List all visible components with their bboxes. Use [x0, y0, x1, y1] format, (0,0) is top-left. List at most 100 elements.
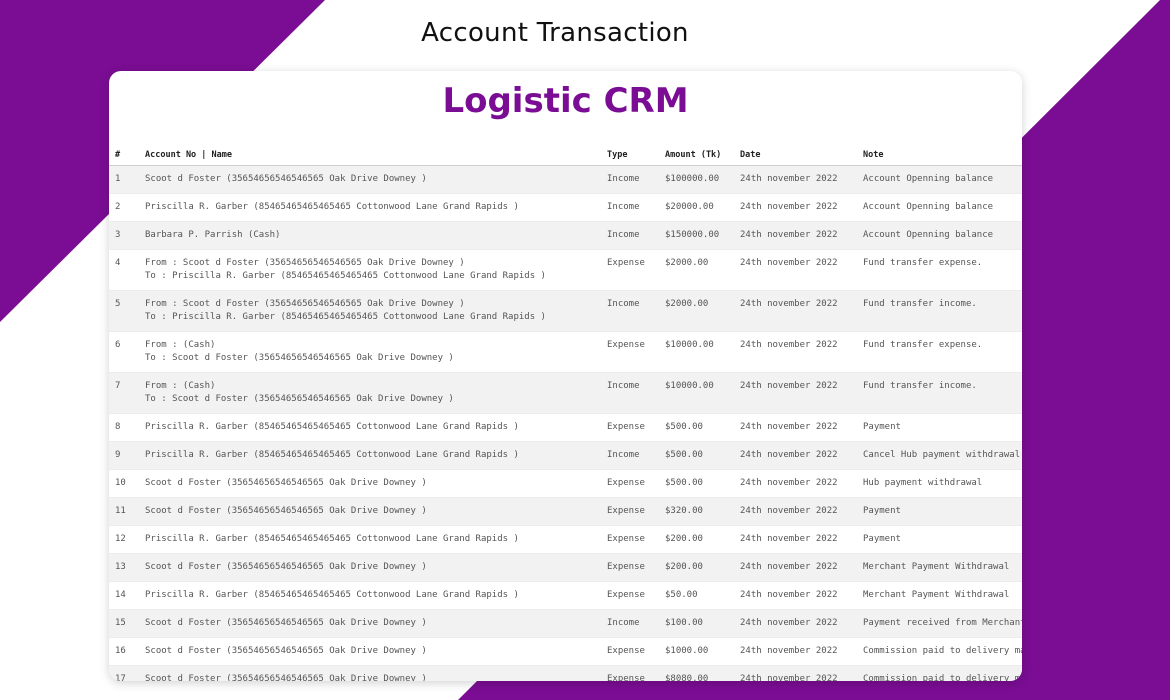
row-type: Expense: [601, 525, 659, 554]
row-index: 12: [109, 525, 139, 554]
account-line: Scoot d Foster (35654656546546565 Oak Dr…: [145, 674, 427, 681]
row-amount: $500.00: [659, 469, 734, 498]
account-line: From : Scoot d Foster (35654656546546565…: [145, 258, 465, 268]
row-account: Barbara P. Parrish (Cash): [139, 221, 601, 250]
table-row[interactable]: 2 Priscilla R. Garber (85465465465465465 …: [109, 193, 1022, 222]
row-note: Fund transfer expense.: [857, 249, 1022, 291]
column-header-index[interactable]: #: [109, 143, 139, 166]
table-row[interactable]: 15 Scoot d Foster (35654656546546565 Oak …: [109, 609, 1022, 638]
row-index: 11: [109, 497, 139, 526]
row-account: Priscilla R. Garber (85465465465465465 C…: [139, 441, 601, 470]
row-date: 24th november 2022: [734, 469, 857, 498]
row-amount: $200.00: [659, 525, 734, 554]
row-date: 24th november 2022: [734, 637, 857, 666]
row-date: 24th november 2022: [734, 609, 857, 638]
row-amount: $200.00: [659, 553, 734, 582]
row-amount: $500.00: [659, 413, 734, 442]
column-header-account[interactable]: Account No | Name: [139, 143, 601, 166]
row-amount: $100.00: [659, 609, 734, 638]
row-amount: $50.00: [659, 581, 734, 610]
row-type: Income: [601, 441, 659, 470]
row-index: 9: [109, 441, 139, 470]
column-header-date[interactable]: Date: [734, 143, 857, 166]
row-type: Income: [601, 290, 659, 332]
table-row[interactable]: 13 Scoot d Foster (35654656546546565 Oak …: [109, 553, 1022, 582]
row-index: 1: [109, 165, 139, 194]
table-row[interactable]: 6 From : (Cash) To : Scoot d Foster (35654…: [109, 331, 1022, 373]
row-index: 6: [109, 331, 139, 373]
account-line: Barbara P. Parrish (Cash): [145, 230, 281, 240]
row-date: 24th november 2022: [734, 165, 857, 194]
row-type: Expense: [601, 331, 659, 373]
row-amount: $1000.00: [659, 637, 734, 666]
table-row[interactable]: 7 From : (Cash) To : Scoot d Foster (35654…: [109, 372, 1022, 414]
row-index: 16: [109, 637, 139, 666]
table-row[interactable]: 10 Scoot d Foster (35654656546546565 Oak …: [109, 469, 1022, 498]
row-note: Commission paid to delivery man: [857, 637, 1022, 666]
row-account: From : Scoot d Foster (35654656546546565…: [139, 290, 601, 332]
table-header: # Account No | Name Type Amount (Tk) Dat…: [109, 143, 1022, 166]
row-account: Priscilla R. Garber (85465465465465465 C…: [139, 413, 601, 442]
account-line-to: To : Priscilla R. Garber (85465465465465…: [145, 311, 546, 322]
transactions-table: # Account No | Name Type Amount (Tk) Dat…: [109, 143, 1022, 681]
table-row[interactable]: 3 Barbara P. Parrish (Cash) Income $150000.…: [109, 221, 1022, 250]
row-note: Merchant Payment Withdrawal: [857, 581, 1022, 610]
row-date: 24th november 2022: [734, 553, 857, 582]
table-row[interactable]: 16 Scoot d Foster (35654656546546565 Oak …: [109, 637, 1022, 666]
row-index: 4: [109, 249, 139, 291]
row-index: 15: [109, 609, 139, 638]
row-date: 24th november 2022: [734, 372, 857, 414]
row-note: Merchant Payment Withdrawal: [857, 553, 1022, 582]
column-header-note[interactable]: Note: [857, 143, 1022, 166]
row-type: Expense: [601, 665, 659, 681]
row-type: Income: [601, 193, 659, 222]
row-type: Income: [601, 221, 659, 250]
row-date: 24th november 2022: [734, 497, 857, 526]
row-account: Scoot d Foster (35654656546546565 Oak Dr…: [139, 553, 601, 582]
table-row[interactable]: 5 From : Scoot d Foster (3565465654654656…: [109, 290, 1022, 332]
row-index: 14: [109, 581, 139, 610]
transaction-card: Logistic CRM # Account No | Name Type Am…: [109, 71, 1022, 681]
row-type: Expense: [601, 469, 659, 498]
row-account: Priscilla R. Garber (85465465465465465 C…: [139, 525, 601, 554]
table-row[interactable]: 17 Scoot d Foster (35654656546546565 Oak …: [109, 665, 1022, 681]
account-line: Scoot d Foster (35654656546546565 Oak Dr…: [145, 506, 427, 516]
column-header-amount[interactable]: Amount (Tk): [659, 143, 734, 166]
row-account: Scoot d Foster (35654656546546565 Oak Dr…: [139, 637, 601, 666]
row-amount: $320.00: [659, 497, 734, 526]
table-row[interactable]: 9 Priscilla R. Garber (85465465465465465 …: [109, 441, 1022, 470]
table-row[interactable]: 4 From : Scoot d Foster (3565465654654656…: [109, 249, 1022, 291]
row-note: Payment: [857, 413, 1022, 442]
row-index: 3: [109, 221, 139, 250]
account-line-to: To : Scoot d Foster (35654656546546565 O…: [145, 352, 454, 363]
row-account: Scoot d Foster (35654656546546565 Oak Dr…: [139, 609, 601, 638]
row-date: 24th november 2022: [734, 193, 857, 222]
row-type: Income: [601, 165, 659, 194]
row-account: Priscilla R. Garber (85465465465465465 C…: [139, 193, 601, 222]
table-row[interactable]: 12 Priscilla R. Garber (85465465465465465…: [109, 525, 1022, 554]
row-account: Scoot d Foster (35654656546546565 Oak Dr…: [139, 469, 601, 498]
account-line: Scoot d Foster (35654656546546565 Oak Dr…: [145, 478, 427, 488]
row-note: Fund transfer income.: [857, 372, 1022, 414]
account-line: Scoot d Foster (35654656546546565 Oak Dr…: [145, 562, 427, 572]
row-type: Income: [601, 372, 659, 414]
table-row[interactable]: 11 Scoot d Foster (35654656546546565 Oak …: [109, 497, 1022, 526]
row-amount: $100000.00: [659, 165, 734, 194]
row-amount: $10000.00: [659, 372, 734, 414]
row-date: 24th november 2022: [734, 331, 857, 373]
table-row[interactable]: 1 Scoot d Foster (35654656546546565 Oak D…: [109, 165, 1022, 194]
row-type: Expense: [601, 637, 659, 666]
table-row[interactable]: 8 Priscilla R. Garber (85465465465465465 …: [109, 413, 1022, 442]
column-header-type[interactable]: Type: [601, 143, 659, 166]
row-account: Scoot d Foster (35654656546546565 Oak Dr…: [139, 165, 601, 194]
table-row[interactable]: 14 Priscilla R. Garber (85465465465465465…: [109, 581, 1022, 610]
row-note: Account Openning balance: [857, 221, 1022, 250]
row-type: Expense: [601, 497, 659, 526]
row-account: From : (Cash) To : Scoot d Foster (356546…: [139, 331, 601, 373]
row-type: Expense: [601, 413, 659, 442]
row-date: 24th november 2022: [734, 665, 857, 681]
account-line: From : (Cash): [145, 381, 216, 391]
row-index: 17: [109, 665, 139, 681]
row-date: 24th november 2022: [734, 221, 857, 250]
account-line: Scoot d Foster (35654656546546565 Oak Dr…: [145, 174, 427, 184]
